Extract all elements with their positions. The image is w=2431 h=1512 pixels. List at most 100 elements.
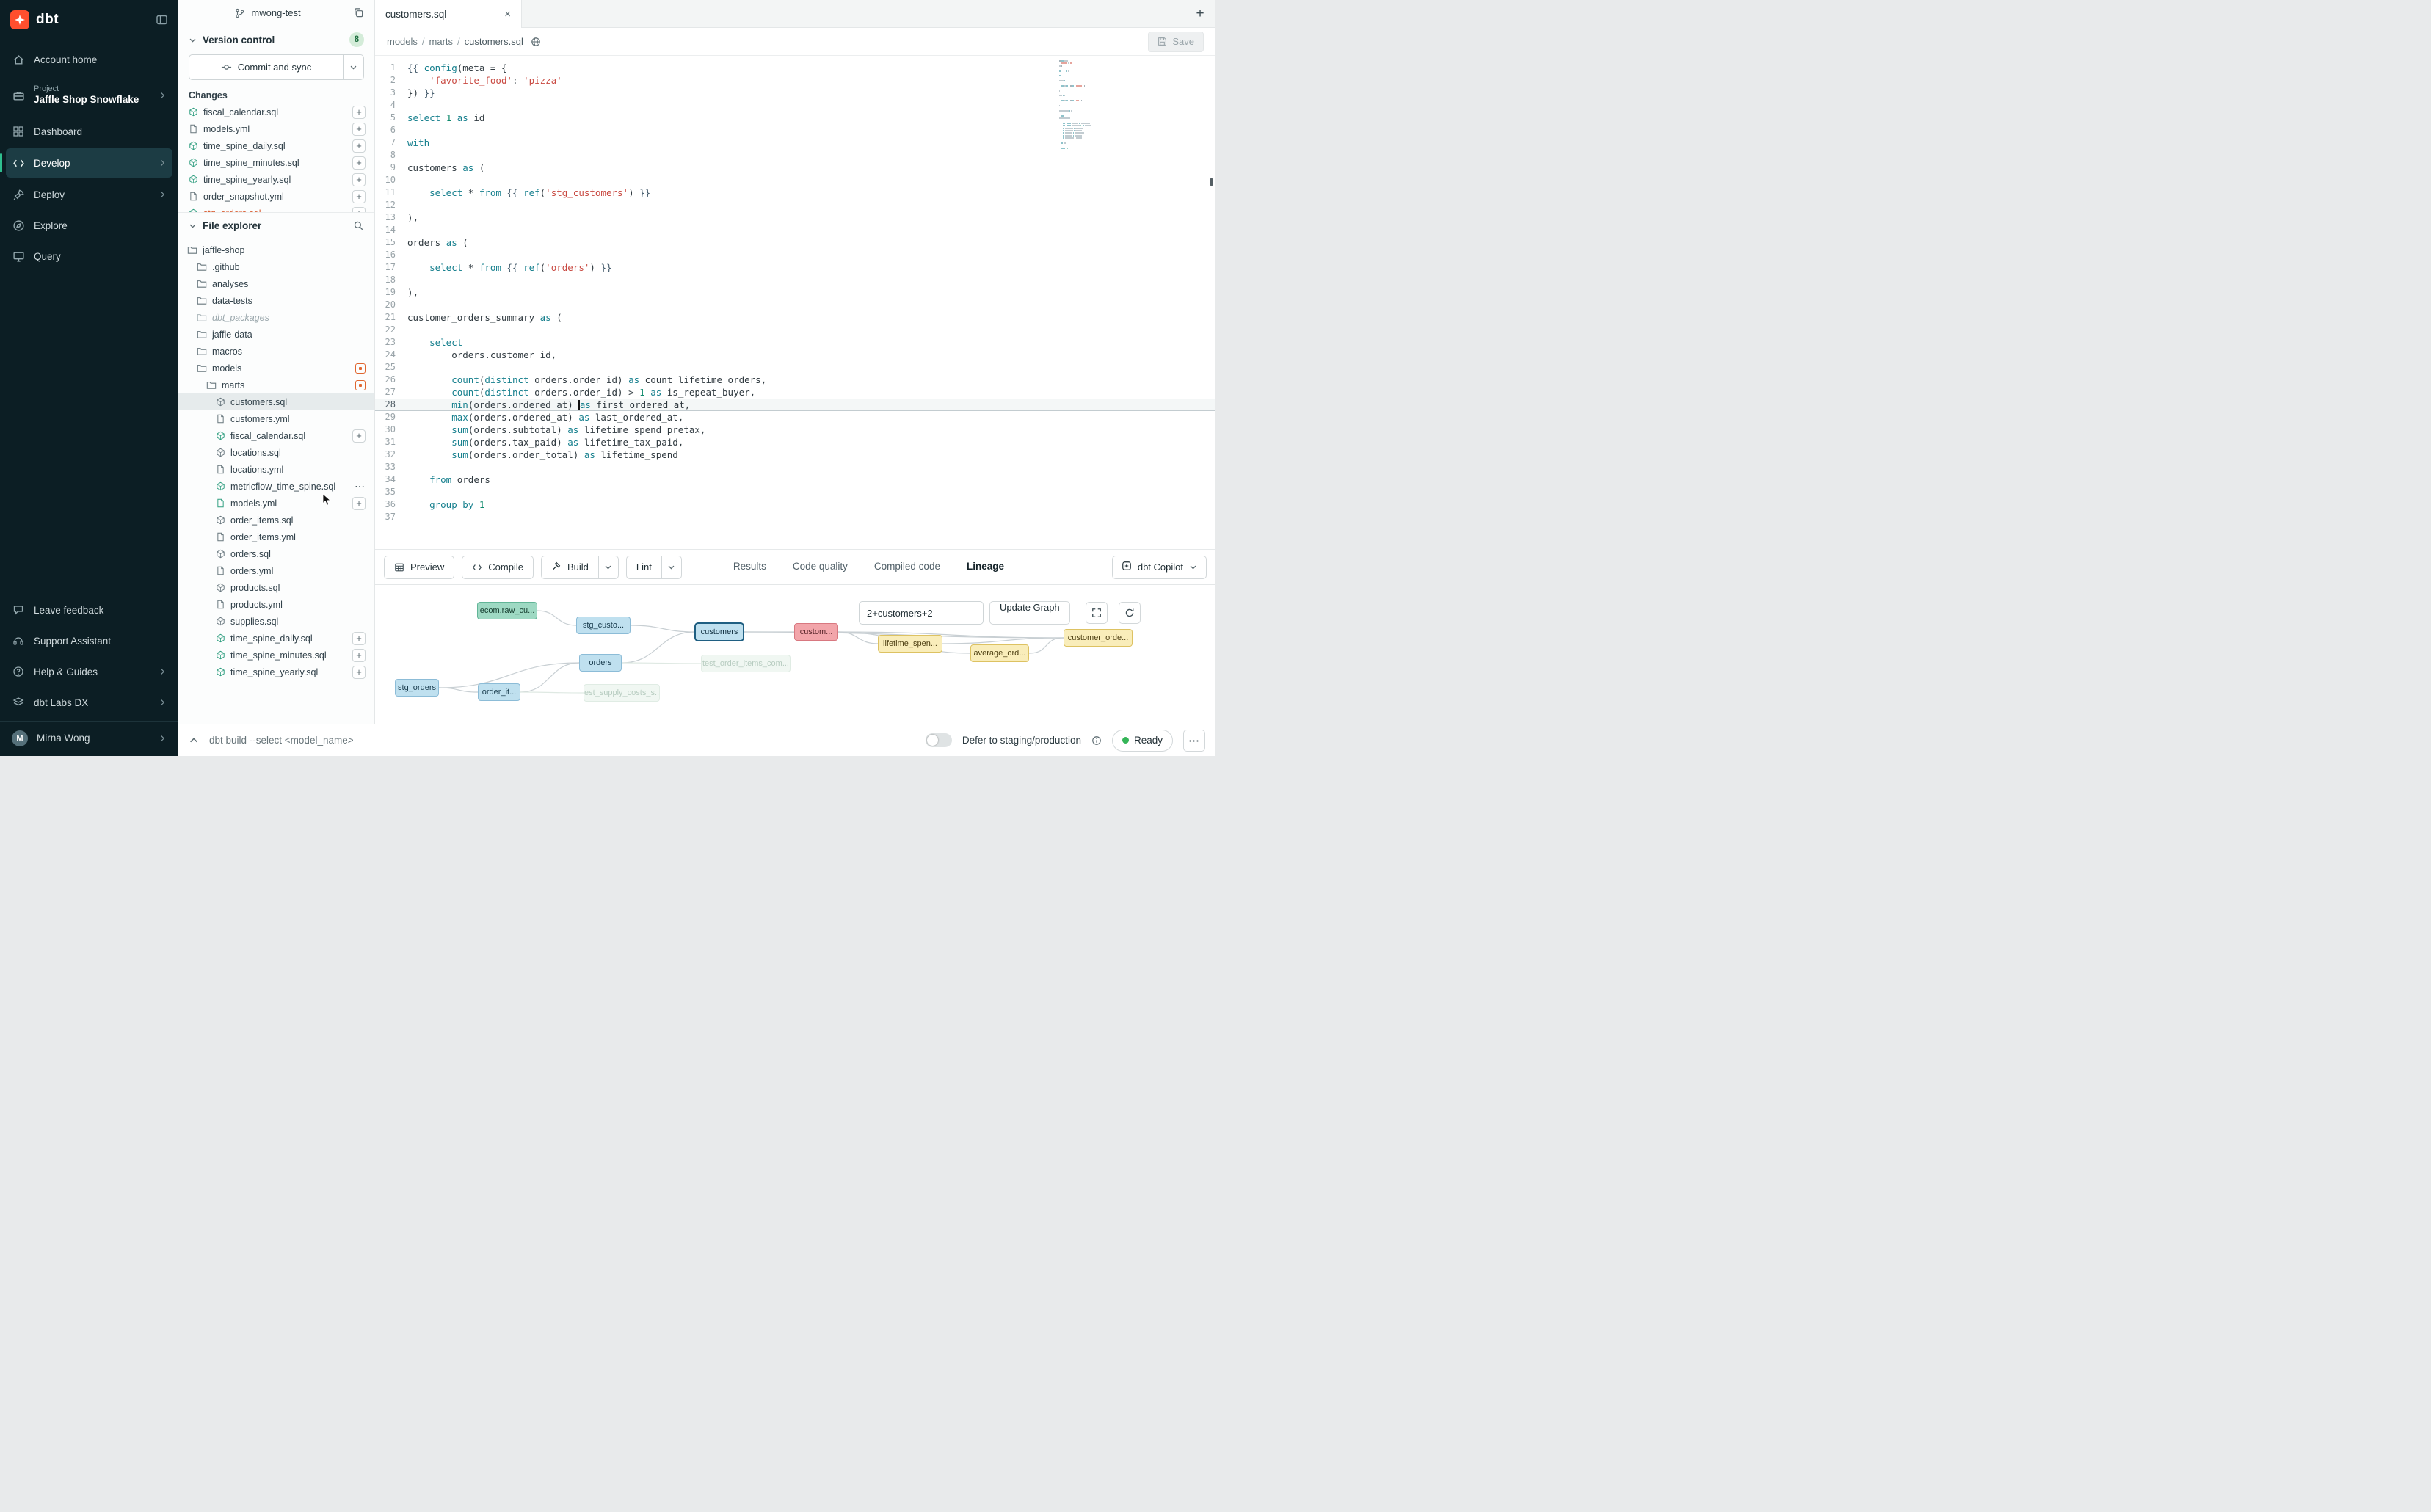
nav-develop[interactable]: Develop [6,148,172,178]
file-row[interactable]: fiscal_calendar.sql+ [178,427,374,444]
chevron-up-icon[interactable] [189,735,199,746]
file-row[interactable]: products.yml [178,596,374,613]
stage-file-button[interactable]: + [352,497,366,510]
changed-file-row[interactable]: time_spine_yearly.sql+ [178,171,374,188]
code-line[interactable]: 12 [375,199,1216,211]
globe-icon[interactable] [531,37,541,47]
info-icon[interactable] [1091,735,1102,746]
code-line[interactable]: 11 select * from {{ ref('stg_customers')… [375,186,1216,199]
search-icon[interactable] [353,220,364,231]
build-options-button[interactable] [598,556,618,578]
stage-file-button[interactable]: + [352,139,366,153]
nav-explore[interactable]: Explore [0,210,178,241]
code-line[interactable]: 30 sum(orders.subtotal) as lifetime_spen… [375,424,1216,436]
stage-file-button[interactable]: + [352,173,366,186]
changed-file-row[interactable]: models.yml+ [178,120,374,137]
stage-file-button[interactable]: + [352,666,366,679]
code-line[interactable]: 13), [375,211,1216,224]
new-tab-button[interactable]: + [1185,0,1216,27]
version-control-header[interactable]: Version control 8 [178,26,374,53]
file-row[interactable]: products.sql [178,579,374,596]
folder-row[interactable]: data-tests [178,292,374,309]
nav-project[interactable]: Project Jaffle Shop Snowflake [0,75,178,116]
code-line[interactable]: 15orders as ( [375,236,1216,249]
code-line[interactable]: 17 select * from {{ ref('orders') }} [375,261,1216,274]
nav-dbt-labs-dx[interactable]: dbt Labs DX [0,687,178,718]
status-badge[interactable]: Ready [1112,730,1173,752]
lineage-node-ecom-raw-cu[interactable]: ecom.raw_cu... [477,602,537,619]
code-line[interactable]: 21customer_orders_summary as ( [375,311,1216,324]
code-line[interactable]: 29 max(orders.ordered_at) as last_ordere… [375,411,1216,424]
code-line[interactable]: 14 [375,224,1216,236]
panel-tab-results[interactable]: Results [720,550,780,585]
lint-options-button[interactable] [661,556,681,578]
code-line[interactable]: 25 [375,361,1216,374]
code-line[interactable]: 35 [375,486,1216,498]
code-line[interactable]: 22 [375,324,1216,336]
editor-minimap[interactable] [1059,60,1108,152]
stage-file-button[interactable]: + [352,429,366,443]
file-row[interactable]: time_spine_minutes.sql+ [178,647,374,664]
commit-options-button[interactable] [343,55,363,79]
code-line[interactable]: 18 [375,274,1216,286]
code-line[interactable]: 33 [375,461,1216,473]
stage-file-button[interactable]: + [352,632,366,645]
preview-button[interactable]: Preview [384,556,454,579]
folder-row[interactable]: analyses [178,275,374,292]
changed-file-row[interactable]: time_spine_minutes.sql+ [178,154,374,171]
code-editor[interactable]: 1{{ config(meta = {2 'favorite_food': 'p… [375,56,1216,549]
code-line[interactable]: 34 from orders [375,473,1216,486]
nav-deploy[interactable]: Deploy [0,179,178,210]
file-row[interactable]: locations.sql [178,444,374,461]
copy-icon[interactable] [353,7,364,18]
command-input[interactable]: dbt build --select <model_name> [209,735,915,746]
file-row[interactable]: orders.yml [178,562,374,579]
nav-support-assistant[interactable]: Support Assistant [0,625,178,656]
lineage-node-orders[interactable]: orders [579,654,622,672]
lineage-node-custom[interactable]: custom... [794,623,838,641]
breadcrumb-segment[interactable]: models [387,36,418,47]
code-line[interactable]: 32 sum(orders.order_total) as lifetime_s… [375,448,1216,461]
file-row[interactable]: customers.yml [178,410,374,427]
more-options-button[interactable]: ⋯ [1183,730,1205,752]
editor-scrollbar-thumb[interactable] [1210,178,1213,186]
defer-toggle[interactable] [926,733,952,747]
changed-file-row[interactable]: time_spine_daily.sql+ [178,137,374,154]
dbt-logo[interactable] [10,10,29,29]
fullscreen-button[interactable] [1086,602,1108,624]
tab-customers-sql[interactable]: customers.sql × [375,0,522,28]
file-row[interactable]: customers.sql [178,393,374,410]
changed-file-row[interactable]: fiscal_calendar.sql+ [178,103,374,120]
code-line[interactable]: 36 group by 1 [375,498,1216,511]
file-row[interactable]: time_spine_yearly.sql+ [178,664,374,680]
lineage-node-stg-custo[interactable]: stg_custo... [576,617,631,634]
nav-leave-feedback[interactable]: Leave feedback [0,595,178,625]
lineage-node-average-ord[interactable]: average_ord... [970,644,1029,662]
build-button[interactable]: Build [542,556,598,578]
nav-dashboard[interactable]: Dashboard [0,116,178,147]
lineage-search-input[interactable] [859,601,984,625]
file-row[interactable]: models.yml+ [178,495,374,512]
lineage-node-order-it[interactable]: order_it... [478,683,520,701]
file-row[interactable]: orders.sql [178,545,374,562]
code-line[interactable]: 23 select [375,336,1216,349]
lineage-node-customers[interactable]: customers [695,623,744,641]
save-button[interactable]: Save [1148,32,1204,52]
close-icon[interactable]: × [504,8,511,21]
nav-account-home[interactable]: Account home [0,44,178,75]
code-line[interactable]: 27 count(distinct orders.order_id) > 1 a… [375,386,1216,399]
nav-user-menu[interactable]: M Mirna Wong [0,721,178,752]
stage-file-button[interactable]: + [352,649,366,662]
folder-row[interactable]: dbt_packages [178,309,374,326]
lineage-node-stg-orders[interactable]: stg_orders [395,679,439,697]
code-line[interactable]: 37 [375,511,1216,523]
changed-file-row[interactable]: order_snapshot.yml+ [178,188,374,205]
folder-row[interactable]: models [178,360,374,377]
panel-tab-lineage[interactable]: Lineage [953,550,1017,585]
folder-row[interactable]: .github [178,258,374,275]
file-row[interactable]: supplies.sql [178,613,374,630]
collapse-sidebar-icon[interactable] [156,14,168,26]
panel-tab-code-quality[interactable]: Code quality [780,550,861,585]
changed-file-row[interactable]: stg_orders.sql+ [178,205,374,212]
stage-file-button[interactable]: + [352,190,366,203]
